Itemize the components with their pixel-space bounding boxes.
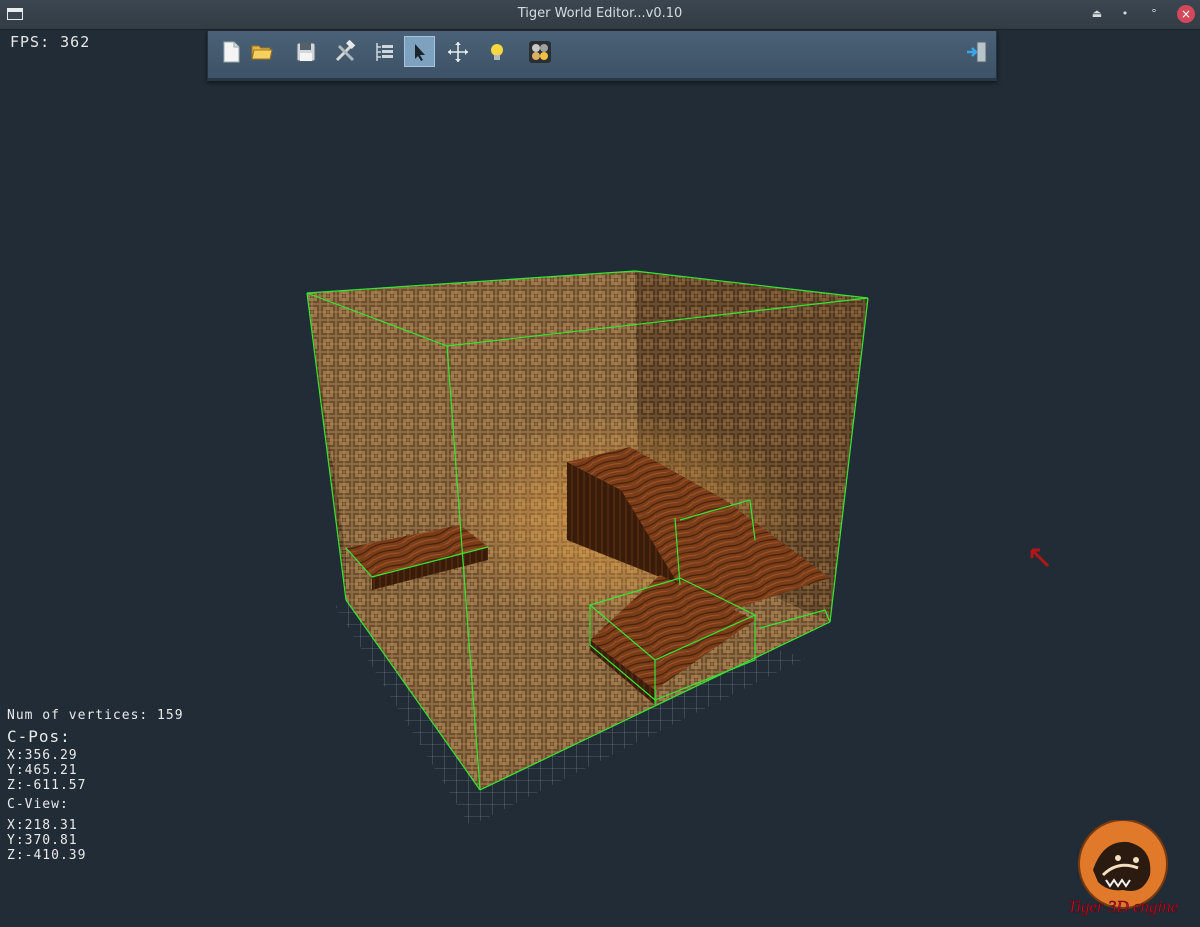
- tools-button[interactable]: [329, 36, 360, 67]
- 3d-viewport[interactable]: [0, 30, 1200, 927]
- camera-position-y: Y:465.21: [7, 763, 78, 778]
- floppy-icon: [296, 42, 315, 61]
- window-minimize-icon[interactable]: •: [1116, 5, 1134, 23]
- tree-list-icon: [375, 42, 393, 61]
- window-shade-icon[interactable]: ⏏: [1088, 5, 1106, 23]
- new-file-icon: [223, 41, 239, 62]
- camera-view-label: C-View:: [7, 797, 69, 812]
- vertex-count: Num of vertices: 159: [7, 708, 184, 723]
- camera-view-x: X:218.31: [7, 818, 78, 833]
- materials-button[interactable]: [524, 36, 555, 67]
- save-button[interactable]: [290, 36, 321, 67]
- window-close-icon[interactable]: ×: [1177, 5, 1195, 23]
- mouse-cursor-icon: [1030, 548, 1050, 568]
- select-button[interactable]: [404, 36, 435, 67]
- exit-button[interactable]: [961, 36, 992, 67]
- lightbulb-icon: [490, 43, 503, 60]
- window-title: Tiger World Editor...v0.10: [517, 6, 683, 21]
- move-button[interactable]: [442, 36, 473, 67]
- move-arrows-icon: [447, 41, 468, 62]
- tiger-engine-logo: Tiger 3D engine: [1067, 820, 1179, 916]
- scene-tree-button[interactable]: [368, 36, 399, 67]
- cursor-arrow-icon: [414, 43, 425, 61]
- camera-position-z: Z:-611.57: [7, 778, 87, 793]
- light-button[interactable]: [481, 36, 512, 67]
- new-file-button[interactable]: [215, 36, 246, 67]
- camera-position-x: X:356.29: [7, 748, 78, 763]
- hammer-wrench-icon: [335, 39, 355, 61]
- logo-text: Tiger 3D engine: [1068, 897, 1179, 916]
- fps-counter: FPS: 362: [10, 33, 91, 51]
- main-toolbar: [207, 31, 997, 81]
- camera-view-y: Y:370.81: [7, 833, 78, 848]
- camera-position-label: C-Pos:: [7, 727, 71, 746]
- window-titlebar[interactable]: Tiger World Editor...v0.10 ⏏ • ° ×: [0, 0, 1200, 30]
- exit-door-icon: [966, 41, 986, 62]
- folder-icon: [250, 45, 273, 59]
- material-balls-icon: [528, 40, 551, 63]
- open-folder-button[interactable]: [246, 36, 277, 67]
- camera-view-z: Z:-410.39: [7, 848, 87, 863]
- window-restore-icon[interactable]: °: [1145, 5, 1163, 23]
